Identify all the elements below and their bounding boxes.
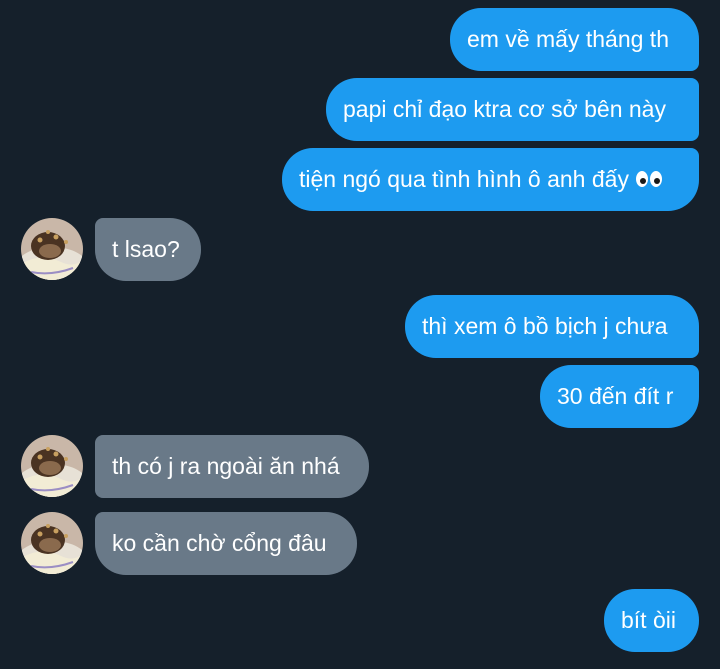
message-bubble-outgoing[interactable]: em về mấy tháng th xyxy=(450,8,699,71)
avatar[interactable] xyxy=(21,218,83,280)
message-text: tiện ngó qua tình hình ô anh đấy xyxy=(299,166,629,192)
message-bubble-outgoing[interactable]: 30 đến đít r xyxy=(540,365,699,428)
message-text: ko cần chờ cổng đâu xyxy=(112,530,327,556)
message-text: t lsao? xyxy=(112,236,180,262)
message-text: bít òii xyxy=(621,607,676,633)
avatar[interactable] xyxy=(21,435,83,497)
message-bubble-outgoing[interactable]: bít òii xyxy=(604,589,699,652)
message-bubble-outgoing[interactable]: papi chỉ đạo ktra cơ sở bên này xyxy=(326,78,699,141)
message-bubble-outgoing[interactable]: thì xem ô bồ bịch j chưa xyxy=(405,295,699,358)
message-text: thì xem ô bồ bịch j chưa xyxy=(422,313,668,339)
chat-thread: em về mấy tháng th papi chỉ đạo ktra cơ … xyxy=(0,0,720,669)
message-bubble-incoming[interactable]: ko cần chờ cổng đâu xyxy=(95,512,357,575)
message-bubble-outgoing[interactable]: tiện ngó qua tình hình ô anh đấy xyxy=(282,148,699,211)
message-text: th có j ra ngoài ăn nhá xyxy=(112,453,340,479)
eyes-icon xyxy=(635,149,663,212)
message-text: 30 đến đít r xyxy=(557,383,674,409)
message-text: em về mấy tháng th xyxy=(467,26,669,52)
message-bubble-incoming[interactable]: t lsao? xyxy=(95,218,201,281)
message-bubble-incoming[interactable]: th có j ra ngoài ăn nhá xyxy=(95,435,369,498)
message-text: papi chỉ đạo ktra cơ sở bên này xyxy=(343,96,666,122)
avatar[interactable] xyxy=(21,512,83,574)
